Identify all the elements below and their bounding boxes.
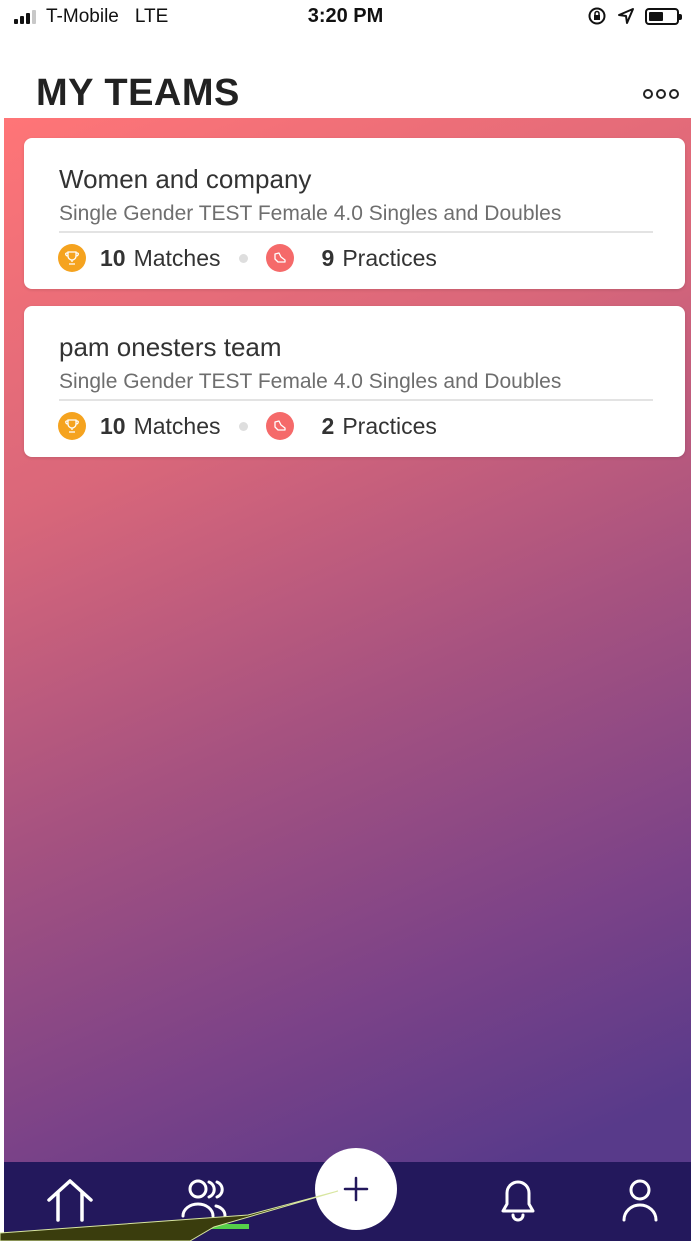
bell-icon [501,1180,535,1222]
battery-icon [645,7,682,25]
add-button[interactable] [315,1148,397,1230]
team-card[interactable]: Women and company Single Gender TEST Fem… [24,138,685,289]
shoe-icon [265,412,294,440]
page-title: MY TEAMS [36,72,240,114]
separator-dot [238,253,248,263]
header: MY TEAMS [0,34,691,118]
team-description: Single Gender TEST Female 4.0 Singles an… [59,370,562,393]
nav-teams-button[interactable] [176,1172,236,1228]
practices-count: 9 [321,244,335,271]
shoe-icon [265,244,294,272]
team-stats: 10 Matches 2 Practices [58,412,437,440]
active-tab-indicator [209,1224,249,1229]
team-card[interactable]: pam onesters team Single Gender TEST Fem… [24,306,685,457]
practices-count: 2 [321,412,335,439]
location-arrow-icon [618,8,634,24]
team-name: Women and company [59,164,312,194]
nav-profile-button[interactable] [610,1172,670,1228]
nav-home-button[interactable] [40,1172,100,1228]
trophy-icon [58,412,86,440]
add-icon [343,1176,369,1202]
divider [59,231,653,233]
teams-icon [181,1179,227,1218]
more-dots-icon [643,89,653,99]
status-bar: T-Mobile LTE 3:20 PM [0,0,691,34]
matches-count: 10 [100,244,126,271]
nav-notifications-button[interactable] [488,1172,548,1228]
team-stats: 10 Matches 9 Practices [58,244,437,272]
profile-icon [622,1179,658,1222]
practices-label: Practices [342,412,437,439]
matches-label: Matches [133,412,221,439]
matches-count: 10 [100,412,126,439]
team-description: Single Gender TEST Female 4.0 Singles an… [59,202,562,225]
bottom-navigation [4,1148,691,1241]
more-options-button[interactable] [641,82,681,106]
home-icon [47,1179,93,1222]
practices-label: Practices [342,244,437,271]
separator-dot [238,421,248,431]
matches-label: Matches [133,244,221,271]
team-name: pam onesters team [59,332,282,362]
teams-list: Women and company Single Gender TEST Fem… [4,118,691,1162]
rotation-lock-icon [588,7,606,25]
divider [59,399,653,401]
trophy-icon [58,244,86,272]
